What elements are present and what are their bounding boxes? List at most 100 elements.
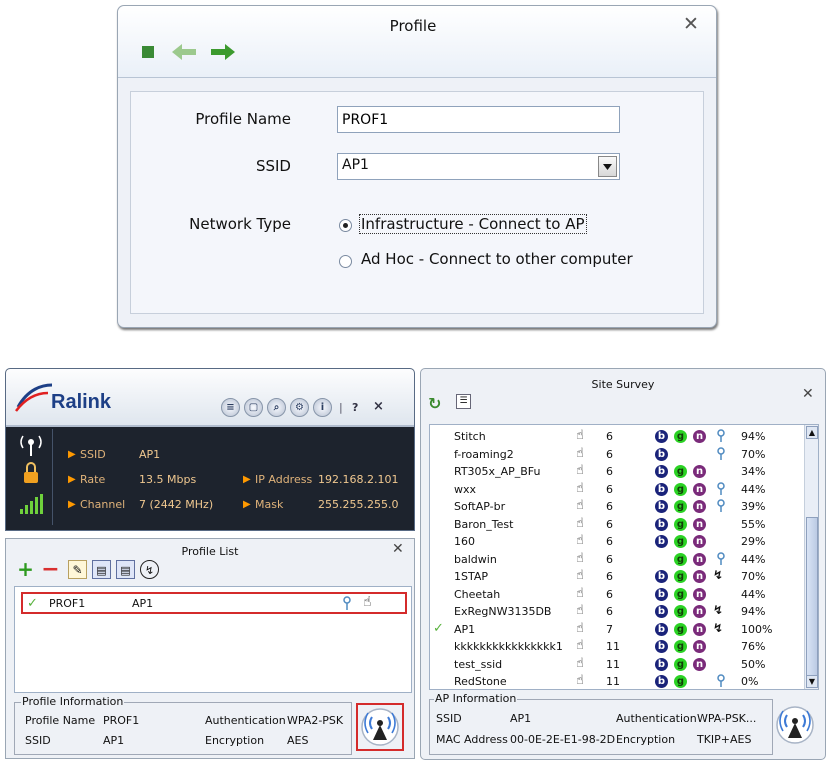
- mode-b-icon: b: [655, 535, 668, 548]
- scroll-down-button[interactable]: ▼: [806, 675, 818, 688]
- mode-n-icon: n: [693, 535, 706, 548]
- mode-g-icon: g: [674, 570, 687, 583]
- radio-adhoc[interactable]: [339, 255, 352, 268]
- add-profile-icon[interactable]: +: [16, 559, 35, 579]
- antenna-icon: [20, 435, 42, 456]
- divider: [52, 429, 53, 525]
- ap-channel-cell: 6: [606, 570, 613, 583]
- ap-ssid-cell: RedStone: [454, 675, 507, 688]
- refresh-icon[interactable]: ↻: [428, 394, 441, 413]
- profile-icon[interactable]: ▢: [244, 398, 263, 417]
- encryption-label: Encryption: [616, 733, 676, 746]
- details-view-icon[interactable]: ☰: [456, 394, 471, 409]
- ap-signal-cell: 39%: [741, 500, 766, 513]
- ap-channel-cell: 6: [606, 430, 613, 443]
- save-icon[interactable]: [142, 46, 154, 58]
- ap-channel-cell: 6: [606, 465, 613, 478]
- info-icon[interactable]: i: [313, 398, 332, 417]
- table-row[interactable]: RT305x_AP_BFu ☝ 6 b g n 34%: [430, 463, 804, 481]
- export-profile-icon[interactable]: ▤: [116, 560, 135, 579]
- profile-list-title: Profile List: [181, 545, 239, 558]
- mode-b-icon: b: [655, 657, 668, 671]
- list-view-icon[interactable]: ≡: [221, 398, 240, 417]
- mode-n-icon: n: [693, 605, 706, 618]
- radio-adhoc-label[interactable]: Ad Hoc - Connect to other computer: [361, 250, 633, 268]
- table-row[interactable]: kkkkkkkkkkkkkkkk1... ☝ 11 b g n 76%: [430, 638, 804, 656]
- mode-g-icon: g: [674, 587, 687, 601]
- ap-channel-cell: 6: [606, 552, 613, 566]
- import-profile-icon[interactable]: ▤: [92, 560, 111, 579]
- table-row[interactable]: ✓ AP1 ☝ 7 b g n ↯ 100%: [430, 621, 804, 639]
- table-row[interactable]: 160 ☝ 6 b g n 29%: [430, 533, 804, 551]
- mode-n-icon: n: [693, 552, 706, 566]
- ap-signal-cell: 29%: [741, 535, 766, 548]
- mode-b-icon: b: [655, 482, 668, 496]
- dropdown-button[interactable]: [598, 156, 617, 177]
- search-icon[interactable]: ⌕: [267, 398, 286, 417]
- ap-ssid-cell: baldwin: [454, 552, 497, 566]
- table-row[interactable]: baldwin ☝ 6 g n 44%: [430, 551, 804, 569]
- back-arrow-icon[interactable]: [172, 43, 198, 61]
- mode-n-icon: n: [693, 430, 706, 443]
- ap-signal-cell: 0%: [741, 675, 759, 688]
- table-row[interactable]: ExRegNW3135DB ☝ 6 b g n ↯ 94%: [430, 603, 804, 621]
- ap-signal-cell: 70%: [741, 447, 766, 461]
- ap-channel-cell: 6: [606, 517, 613, 531]
- table-row[interactable]: Cheetah ☝ 6 b g n 44%: [430, 586, 804, 604]
- table-row[interactable]: SoftAP-br ☝ 6 b g n 39%: [430, 498, 804, 516]
- table-row[interactable]: wxx ☝ 6 b g n 44%: [430, 481, 804, 499]
- ssid-combobox-value: AP1: [342, 157, 369, 173]
- ap-channel-cell: 6: [606, 587, 613, 601]
- mode-g-icon: g: [674, 535, 687, 548]
- authentication-label: Authentication: [616, 712, 697, 725]
- mode-n-icon: n: [693, 657, 706, 671]
- table-row[interactable]: 1STAP ☝ 6 b g n ↯ 70%: [430, 568, 804, 586]
- signal-bars-icon: [20, 494, 43, 514]
- ap-signal-cell: 34%: [741, 465, 766, 478]
- gear-icon[interactable]: ⚙: [290, 398, 309, 417]
- connect-cursor-icon: ☝: [576, 673, 584, 688]
- forward-arrow-icon[interactable]: [211, 43, 237, 61]
- radio-infrastructure-label[interactable]: Infrastructure - Connect to AP: [359, 214, 587, 234]
- close-icon[interactable]: ✕: [392, 541, 404, 557]
- activate-profile-icon[interactable]: ↯: [140, 560, 159, 579]
- scrollbar[interactable]: ▲ ▼: [804, 425, 818, 689]
- close-icon[interactable]: ×: [373, 399, 384, 414]
- scroll-up-button[interactable]: ▲: [806, 426, 818, 439]
- wireless-connect-icon[interactable]: [772, 702, 818, 748]
- edit-profile-icon[interactable]: ✎: [68, 560, 87, 579]
- connect-cursor-icon: ☝: [576, 550, 584, 566]
- close-icon[interactable]: ✕: [802, 386, 814, 402]
- radio-infrastructure[interactable]: [339, 219, 352, 232]
- table-row[interactable]: test_ssid ☝ 11 b g n 50%: [430, 656, 804, 674]
- table-row[interactable]: f-roaming2 ☝ 6 b 70%: [430, 446, 804, 464]
- close-icon[interactable]: ✕: [681, 14, 701, 34]
- list-item[interactable]: ✓ PROF1 AP1 ☝: [21, 592, 407, 614]
- profile-name-input[interactable]: [337, 106, 620, 133]
- connect-cursor-icon: ☝: [576, 533, 584, 548]
- profile-dialog-header: Profile ✕: [118, 6, 716, 78]
- mode-g-icon: g: [674, 657, 687, 671]
- ap-signal-cell: 76%: [741, 640, 766, 653]
- table-row[interactable]: RedStone ☝ 11 b g 0%: [430, 673, 804, 689]
- scroll-thumb[interactable]: [806, 517, 818, 677]
- ap-ssid-cell: Baron_Test: [454, 517, 514, 531]
- table-row[interactable]: Baron_Test ☝ 6 b g n 55%: [430, 516, 804, 534]
- bullet-icon: ▶: [243, 474, 251, 485]
- help-icon[interactable]: ?: [352, 401, 358, 414]
- table-row[interactable]: Stitch ☝ 6 b g n 94%: [430, 428, 804, 446]
- connect-cursor-icon: ☝: [576, 638, 584, 653]
- ssid-combobox[interactable]: AP1: [337, 153, 620, 180]
- mode-b-icon: b: [655, 465, 668, 478]
- site-survey-title: Site Survey: [591, 378, 655, 391]
- mode-b-icon: b: [655, 640, 668, 653]
- ralink-header: Ralink ≡ ▢ ⌕ ⚙ i | ? ×: [6, 369, 414, 427]
- ap-channel-cell: 6: [606, 535, 613, 548]
- ap-signal-cell: 44%: [741, 587, 766, 601]
- wireless-connect-icon[interactable]: [357, 704, 403, 750]
- delete-profile-icon[interactable]: −: [41, 559, 60, 581]
- mode-b-icon: b: [655, 622, 668, 636]
- site-survey-list[interactable]: Stitch ☝ 6 b g n 94% f-roaming2 ☝ 6 b 70% RT305x_AP_…: [429, 424, 819, 690]
- mode-g-icon: g: [674, 465, 687, 478]
- profile-list[interactable]: ✓ PROF1 AP1 ☝: [14, 586, 412, 693]
